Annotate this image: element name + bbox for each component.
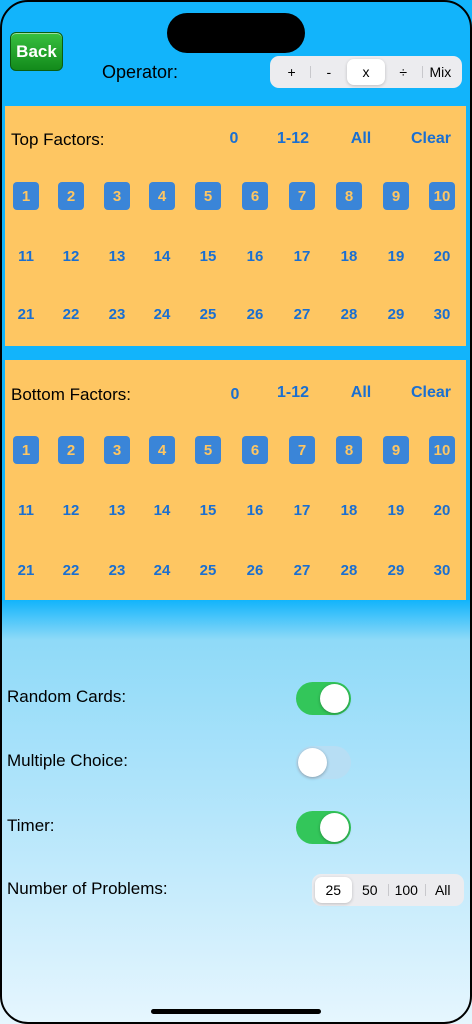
bottom-factors-number-5[interactable]: 5 [195, 436, 221, 464]
top-factors-number-14[interactable]: 14 [149, 242, 175, 270]
problems-option-all[interactable]: All [424, 877, 462, 903]
bottom-factors-number-6[interactable]: 6 [242, 436, 268, 464]
top-factors-number-17[interactable]: 17 [289, 242, 315, 270]
bottom-factors-number-3[interactable]: 3 [104, 436, 130, 464]
toggle-knob [298, 748, 327, 777]
top-factors-1-12-link[interactable]: 1-12 [277, 130, 309, 148]
top-factors-clear-link[interactable]: Clear [411, 130, 451, 148]
toggle-knob [320, 684, 349, 713]
top-factors-number-6[interactable]: 6 [242, 182, 268, 210]
top-factors-zero-link[interactable]: 0 [230, 130, 239, 148]
bottom-factors-number-11[interactable]: 11 [13, 496, 39, 524]
bottom-factors-number-12[interactable]: 12 [58, 496, 84, 524]
bottom-factors-number-1[interactable]: 1 [13, 436, 39, 464]
bottom-factors-number-18[interactable]: 18 [336, 496, 362, 524]
top-factors-number-27[interactable]: 27 [289, 300, 315, 328]
top-factors-number-5[interactable]: 5 [195, 182, 221, 210]
timer-toggle[interactable] [296, 811, 351, 844]
number-of-problems-label: Number of Problems: [7, 879, 168, 898]
bottom-factors-number-22[interactable]: 22 [58, 556, 84, 584]
top-factors-number-26[interactable]: 26 [242, 300, 268, 328]
bottom-factors-number-7[interactable]: 7 [289, 436, 315, 464]
top-factors-number-1[interactable]: 1 [13, 182, 39, 210]
top-factors-title: Top Factors: [11, 130, 105, 149]
bottom-factors-number-8[interactable]: 8 [336, 436, 362, 464]
operator-multiply[interactable]: x [347, 59, 385, 85]
top-factors-number-24[interactable]: 24 [149, 300, 175, 328]
timer-label: Timer: [7, 816, 55, 835]
bottom-factors-number-14[interactable]: 14 [149, 496, 175, 524]
operator-selector[interactable]: + - x ÷ Mix [270, 56, 462, 88]
bottom-factors-number-30[interactable]: 30 [429, 556, 455, 584]
bottom-factors-number-29[interactable]: 29 [383, 556, 409, 584]
problems-option-25[interactable]: 25 [315, 877, 352, 903]
top-factors-number-23[interactable]: 23 [104, 300, 130, 328]
top-factors-number-13[interactable]: 13 [104, 242, 130, 270]
top-factors-number-16[interactable]: 16 [242, 242, 268, 270]
problems-option-50[interactable]: 50 [352, 877, 389, 903]
bottom-factors-number-26[interactable]: 26 [242, 556, 268, 584]
top-factors-number-30[interactable]: 30 [429, 300, 455, 328]
random-cards-label: Random Cards: [7, 687, 127, 706]
back-button[interactable]: Back [10, 32, 63, 71]
top-factors-number-12[interactable]: 12 [58, 242, 84, 270]
bottom-factors-title: Bottom Factors: [11, 385, 131, 404]
number-of-problems-selector[interactable]: 25 50 100 All [312, 874, 464, 906]
top-factors-number-21[interactable]: 21 [13, 300, 39, 328]
top-factors-number-4[interactable]: 4 [149, 182, 175, 210]
bottom-factors-number-28[interactable]: 28 [336, 556, 362, 584]
bottom-factors-number-20[interactable]: 20 [429, 496, 455, 524]
bottom-factors-panel: Bottom Factors: 0 1-12 All Clear 1234567… [5, 360, 466, 600]
problems-option-100[interactable]: 100 [388, 877, 425, 903]
multiple-choice-label: Multiple Choice: [7, 751, 128, 770]
top-factors-number-18[interactable]: 18 [336, 242, 362, 270]
top-factors-number-10[interactable]: 10 [429, 182, 455, 210]
toggle-knob [320, 813, 349, 842]
top-factors-number-7[interactable]: 7 [289, 182, 315, 210]
bottom-factors-number-21[interactable]: 21 [13, 556, 39, 584]
top-factors-number-20[interactable]: 20 [429, 242, 455, 270]
top-factors-number-8[interactable]: 8 [336, 182, 362, 210]
operator-minus[interactable]: - [310, 59, 347, 85]
top-factors-number-9[interactable]: 9 [383, 182, 409, 210]
random-cards-toggle[interactable] [296, 682, 351, 715]
top-factors-number-2[interactable]: 2 [58, 182, 84, 210]
bottom-factors-number-17[interactable]: 17 [289, 496, 315, 524]
bottom-factors-number-4[interactable]: 4 [149, 436, 175, 464]
top-factors-number-19[interactable]: 19 [383, 242, 409, 270]
top-factors-number-29[interactable]: 29 [383, 300, 409, 328]
top-factors-number-3[interactable]: 3 [104, 182, 130, 210]
top-factors-number-15[interactable]: 15 [195, 242, 221, 270]
operator-mix[interactable]: Mix [421, 59, 459, 85]
bottom-factors-number-27[interactable]: 27 [289, 556, 315, 584]
operator-divide[interactable]: ÷ [385, 59, 422, 85]
dynamic-island [167, 13, 305, 53]
bottom-factors-zero-link[interactable]: 0 [231, 386, 240, 404]
bottom-factors-number-19[interactable]: 19 [383, 496, 409, 524]
top-factors-number-11[interactable]: 11 [13, 242, 39, 270]
bottom-factors-number-16[interactable]: 16 [242, 496, 268, 524]
top-factors-number-25[interactable]: 25 [195, 300, 221, 328]
top-factors-number-22[interactable]: 22 [58, 300, 84, 328]
operator-label: Operator: [102, 62, 179, 82]
bottom-factors-clear-link[interactable]: Clear [411, 384, 451, 402]
bottom-factors-all-link[interactable]: All [351, 384, 371, 402]
top-factors-panel: Top Factors: 0 1-12 All Clear 1234567891… [5, 106, 466, 346]
bottom-factors-number-24[interactable]: 24 [149, 556, 175, 584]
bottom-factors-number-10[interactable]: 10 [429, 436, 455, 464]
top-factors-number-28[interactable]: 28 [336, 300, 362, 328]
home-indicator [151, 1009, 321, 1014]
bottom-factors-number-23[interactable]: 23 [104, 556, 130, 584]
bottom-factors-number-25[interactable]: 25 [195, 556, 221, 584]
bottom-factors-number-2[interactable]: 2 [58, 436, 84, 464]
bottom-factors-number-9[interactable]: 9 [383, 436, 409, 464]
multiple-choice-toggle[interactable] [296, 746, 351, 779]
bottom-factors-1-12-link[interactable]: 1-12 [277, 384, 309, 402]
bottom-factors-number-13[interactable]: 13 [104, 496, 130, 524]
top-factors-all-link[interactable]: All [351, 130, 371, 148]
operator-plus[interactable]: + [273, 59, 310, 85]
bottom-factors-number-15[interactable]: 15 [195, 496, 221, 524]
